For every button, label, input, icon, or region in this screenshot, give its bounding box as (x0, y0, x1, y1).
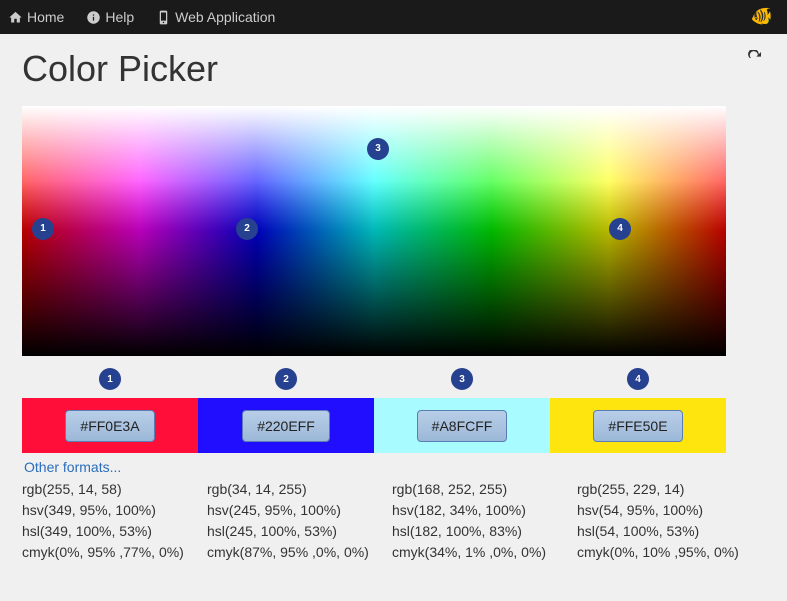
swatch-bg-2: #220EFF (198, 398, 374, 453)
swatch-col-4: 4 #FFE50E (550, 362, 726, 453)
hsl-value-2: hsl(245, 100%, 53%) (207, 521, 386, 542)
cmyk-value-1: cmyk(0%, 95% ,77%, 0%) (22, 542, 201, 563)
swatch-col-3: 3 #A8FCFF (374, 362, 550, 453)
swatch-badge-1: 1 (99, 368, 121, 390)
phone-icon (156, 10, 171, 25)
cmyk-value-3: cmyk(34%, 1% ,0%, 0%) (392, 542, 571, 563)
refresh-button[interactable] (747, 50, 763, 69)
picker-marker-1[interactable]: 1 (32, 218, 54, 240)
rgb-value-2: rgb(34, 14, 255) (207, 479, 386, 500)
nav-home-label: Home (27, 9, 64, 25)
swatch-badge-2: 2 (275, 368, 297, 390)
formats-grid: rgb(255, 14, 58)hsv(349, 95%, 100%)hsl(3… (22, 479, 762, 563)
nav-webapp[interactable]: Web Application (156, 9, 275, 25)
cmyk-value-4: cmyk(0%, 10% ,95%, 0%) (577, 542, 756, 563)
rgb-value-3: rgb(168, 252, 255) (392, 479, 571, 500)
swatch-row: 1 #FF0E3A 2 #220EFF 3 #A8FCFF 4 #FFE50E (22, 362, 726, 453)
cmyk-value-2: cmyk(87%, 95% ,0%, 0%) (207, 542, 386, 563)
swatch-col-2: 2 #220EFF (198, 362, 374, 453)
formats-col-1: rgb(255, 14, 58)hsv(349, 95%, 100%)hsl(3… (22, 479, 207, 563)
other-formats-link[interactable]: Other formats... (24, 459, 121, 475)
formats-col-2: rgb(34, 14, 255)hsv(245, 95%, 100%)hsl(2… (207, 479, 392, 563)
hex-button-1[interactable]: #FF0E3A (65, 410, 154, 442)
nav-help[interactable]: Help (86, 9, 134, 25)
hsv-value-4: hsv(54, 95%, 100%) (577, 500, 756, 521)
hsl-value-4: hsl(54, 100%, 53%) (577, 521, 756, 542)
swatch-bg-1: #FF0E3A (22, 398, 198, 453)
hex-button-4[interactable]: #FFE50E (593, 410, 682, 442)
hsv-value-2: hsv(245, 95%, 100%) (207, 500, 386, 521)
picker-marker-3[interactable]: 3 (367, 138, 389, 160)
picker-marker-4[interactable]: 4 (609, 218, 631, 240)
rgb-value-4: rgb(255, 229, 14) (577, 479, 756, 500)
hex-button-2[interactable]: #220EFF (242, 410, 330, 442)
color-picker-canvas[interactable]: 1 2 3 4 (22, 106, 726, 356)
home-icon (8, 10, 23, 25)
formats-col-4: rgb(255, 229, 14)hsv(54, 95%, 100%)hsl(5… (577, 479, 762, 563)
hsl-value-3: hsl(182, 100%, 83%) (392, 521, 571, 542)
refresh-icon (747, 50, 763, 66)
hsl-value-1: hsl(349, 100%, 53%) (22, 521, 201, 542)
page: Color Picker 1 2 3 4 1 #FF0E3A 2 #220EFF 3 #A8FC… (0, 34, 787, 573)
picker-marker-2[interactable]: 2 (236, 218, 258, 240)
hex-button-3[interactable]: #A8FCFF (417, 410, 508, 442)
rgb-value-1: rgb(255, 14, 58) (22, 479, 201, 500)
swatch-bg-4: #FFE50E (550, 398, 726, 453)
nav-webapp-label: Web Application (175, 9, 275, 25)
page-title: Color Picker (22, 48, 765, 90)
info-icon (86, 10, 101, 25)
topbar: Home Help Web Application 🐠 (0, 0, 787, 34)
nav-home[interactable]: Home (8, 9, 64, 25)
fish-icon[interactable]: 🐠 (751, 6, 773, 27)
swatch-col-1: 1 #FF0E3A (22, 362, 198, 453)
swatch-badge-4: 4 (627, 368, 649, 390)
hsv-value-1: hsv(349, 95%, 100%) (22, 500, 201, 521)
hsv-value-3: hsv(182, 34%, 100%) (392, 500, 571, 521)
formats-col-3: rgb(168, 252, 255)hsv(182, 34%, 100%)hsl… (392, 479, 577, 563)
nav-help-label: Help (105, 9, 134, 25)
swatch-bg-3: #A8FCFF (374, 398, 550, 453)
swatch-badge-3: 3 (451, 368, 473, 390)
